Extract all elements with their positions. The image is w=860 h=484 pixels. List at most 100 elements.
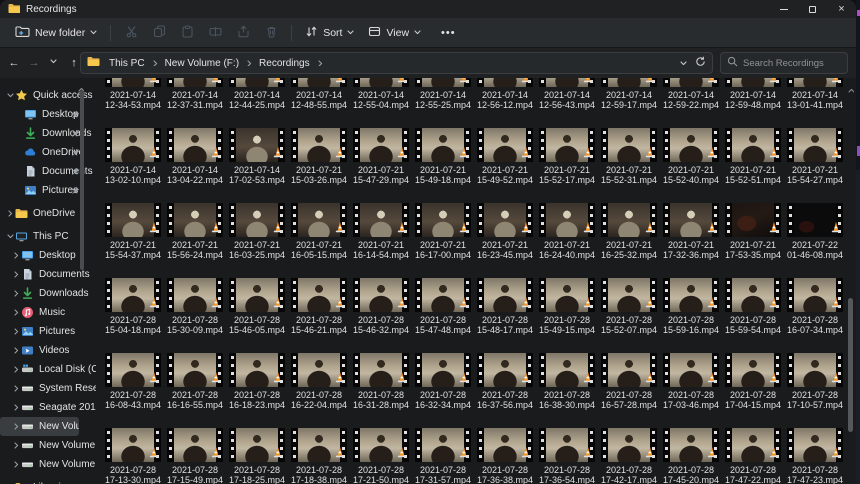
sidebar-item-videos[interactable]: Videos	[0, 341, 96, 360]
cut-button[interactable]	[117, 22, 145, 44]
delete-button[interactable]	[257, 22, 285, 44]
sidebar-item-pictures[interactable]: Pictures	[0, 322, 96, 341]
chevron-right-icon[interactable]	[11, 461, 21, 468]
file-item[interactable]: 2021-07-2815-47-48.mp4	[414, 278, 472, 335]
scroll-up-icon[interactable]	[848, 80, 854, 98]
file-item[interactable]: 2021-07-2817-47-22.mp4	[724, 428, 782, 484]
chevron-right-icon[interactable]	[11, 309, 21, 316]
chevron-right-icon[interactable]	[11, 404, 21, 411]
forward-button[interactable]: →	[24, 52, 44, 74]
file-item[interactable]: 2021-07-1412-56-12.mp4	[476, 78, 534, 110]
file-item[interactable]: 2021-07-1412-56-43.mp4	[538, 78, 596, 110]
file-item[interactable]: 2021-07-2116-24-40.mp4	[538, 203, 596, 260]
file-item[interactable]: 2021-07-2817-31-57.mp4	[414, 428, 472, 484]
file-item[interactable]: 2021-07-1412-34-53.mp4	[104, 78, 162, 110]
more-options-button[interactable]: •••	[434, 23, 463, 43]
file-item[interactable]: 2021-07-1413-01-41.mp4	[786, 78, 844, 110]
file-item[interactable]: 2021-07-2815-59-54.mp4	[724, 278, 782, 335]
paste-button[interactable]	[173, 22, 201, 44]
sidebar-scrollbar[interactable]	[80, 90, 84, 270]
chevron-right-icon[interactable]	[11, 366, 21, 373]
file-item[interactable]: 2021-07-1412-55-04.mp4	[352, 78, 410, 110]
sidebar-item-local-disk-c-[interactable]: Local Disk (C:)	[0, 360, 96, 379]
file-item[interactable]: 2021-07-2115-49-18.mp4	[414, 128, 472, 185]
file-item[interactable]: 2021-07-2815-46-21.mp4	[290, 278, 348, 335]
file-item[interactable]: 2021-07-2816-16-55.mp4	[166, 353, 224, 410]
rename-button[interactable]	[201, 22, 229, 44]
sidebar-item-libraries[interactable]: Libraries	[0, 478, 96, 484]
file-item[interactable]: 2021-07-2115-52-17.mp4	[538, 128, 596, 185]
file-item[interactable]: 2021-07-1412-59-48.mp4	[724, 78, 782, 110]
sidebar-item-seagate-2014-e[interactable]: Seagate 2014 (E	[0, 398, 96, 417]
file-item[interactable]: 2021-07-2115-52-51.mp4	[724, 128, 782, 185]
chevron-down-icon[interactable]	[5, 92, 15, 99]
file-item[interactable]: 2021-07-2815-46-05.mp4	[228, 278, 286, 335]
file-item[interactable]: 2021-07-2817-21-50.mp4	[352, 428, 410, 484]
chevron-right-icon[interactable]	[11, 442, 21, 449]
chevron-right-icon[interactable]	[11, 290, 21, 297]
minimize-button[interactable]	[769, 0, 798, 18]
file-item[interactable]: 2021-07-1413-02-10.mp4	[104, 128, 162, 185]
maximize-button[interactable]	[798, 0, 827, 18]
file-item[interactable]: 2021-07-1412-59-17.mp4	[600, 78, 658, 110]
close-button[interactable]: ×	[827, 0, 856, 18]
file-item[interactable]: 2021-07-2816-37-56.mp4	[476, 353, 534, 410]
file-item[interactable]: 2021-07-1417-02-53.mp4	[228, 128, 286, 185]
search-box[interactable]	[720, 52, 848, 74]
file-item[interactable]: 2021-07-1412-55-25.mp4	[414, 78, 472, 110]
file-item[interactable]: 2021-07-2816-57-28.mp4	[600, 353, 658, 410]
file-item[interactable]: 2021-07-2817-18-25.mp4	[228, 428, 286, 484]
file-item[interactable]: 2021-07-2816-32-34.mp4	[414, 353, 472, 410]
view-button[interactable]: View	[361, 21, 428, 45]
sidebar-item-downloads[interactable]: Downloads	[0, 284, 96, 303]
file-item[interactable]: 2021-07-2815-49-15.mp4	[538, 278, 596, 335]
file-item[interactable]: 2021-07-1412-37-31.mp4	[166, 78, 224, 110]
file-item[interactable]: 2021-07-2115-56-24.mp4	[166, 203, 224, 260]
file-item[interactable]: 2021-07-2815-48-17.mp4	[476, 278, 534, 335]
file-item[interactable]: 2021-07-2115-54-27.mp4	[786, 128, 844, 185]
file-item[interactable]: 2021-07-2116-25-32.mp4	[600, 203, 658, 260]
file-item[interactable]: 2021-07-2815-52-07.mp4	[600, 278, 658, 335]
file-item[interactable]: 2021-07-2815-59-16.mp4	[662, 278, 720, 335]
chevron-right-icon[interactable]	[11, 347, 21, 354]
file-item[interactable]: 2021-07-2115-52-31.mp4	[600, 128, 658, 185]
file-item[interactable]: 2021-07-2117-32-36.mp4	[662, 203, 720, 260]
file-item[interactable]: 2021-07-2815-04-18.mp4	[104, 278, 162, 335]
chevron-right-icon[interactable]	[5, 210, 15, 217]
file-item[interactable]: 2021-07-2116-14-54.mp4	[352, 203, 410, 260]
address-bar[interactable]: This PC New Volume (F:) Recordings	[80, 52, 713, 74]
file-item[interactable]: 2021-07-1412-44-25.mp4	[228, 78, 286, 110]
chevron-down-icon[interactable]	[680, 54, 687, 72]
file-item[interactable]: 2021-07-2817-03-46.mp4	[662, 353, 720, 410]
file-item[interactable]: 2021-07-2817-45-20.mp4	[662, 428, 720, 484]
breadcrumb-segment[interactable]: New Volume (F:)	[161, 57, 243, 70]
file-item[interactable]: 2021-07-2116-05-15.mp4	[290, 203, 348, 260]
recent-locations-button[interactable]	[44, 52, 64, 74]
share-button[interactable]	[229, 22, 257, 44]
search-input[interactable]	[743, 58, 841, 69]
file-item[interactable]: 2021-07-2115-49-52.mp4	[476, 128, 534, 185]
file-item[interactable]: 2021-07-2817-13-30.mp4	[104, 428, 162, 484]
file-item[interactable]: 2021-07-2817-10-57.mp4	[786, 353, 844, 410]
file-item[interactable]: 2021-07-2817-18-38.mp4	[290, 428, 348, 484]
chevron-right-icon[interactable]	[11, 252, 21, 259]
file-item[interactable]: 2021-07-2816-08-43.mp4	[104, 353, 162, 410]
file-item[interactable]: 2021-07-2816-31-28.mp4	[352, 353, 410, 410]
breadcrumb-segment[interactable]: This PC	[105, 57, 149, 70]
file-item[interactable]: 2021-07-2817-36-54.mp4	[538, 428, 596, 484]
sidebar-item-system-reserve[interactable]: System Reserve	[0, 379, 96, 398]
file-item[interactable]: 2021-07-2115-03-26.mp4	[290, 128, 348, 185]
sidebar-item-new-volume-i[interactable]: New Volume (I	[0, 455, 96, 474]
chevron-right-icon[interactable]	[11, 385, 21, 392]
chevron-right-icon[interactable]	[11, 271, 21, 278]
file-item[interactable]: 2021-07-2116-03-25.mp4	[228, 203, 286, 260]
file-item[interactable]: 2021-07-2115-47-29.mp4	[352, 128, 410, 185]
file-item[interactable]: 2021-07-2115-54-37.mp4	[104, 203, 162, 260]
file-item[interactable]: 2021-07-2815-46-32.mp4	[352, 278, 410, 335]
file-item[interactable]: 2021-07-2817-36-38.mp4	[476, 428, 534, 484]
file-item[interactable]: 2021-07-2116-17-00.mp4	[414, 203, 472, 260]
file-item[interactable]: 2021-07-2816-38-30.mp4	[538, 353, 596, 410]
file-item[interactable]: 2021-07-2115-52-40.mp4	[662, 128, 720, 185]
chevron-down-icon[interactable]	[5, 233, 15, 240]
breadcrumb-segment[interactable]: Recordings	[255, 57, 314, 70]
